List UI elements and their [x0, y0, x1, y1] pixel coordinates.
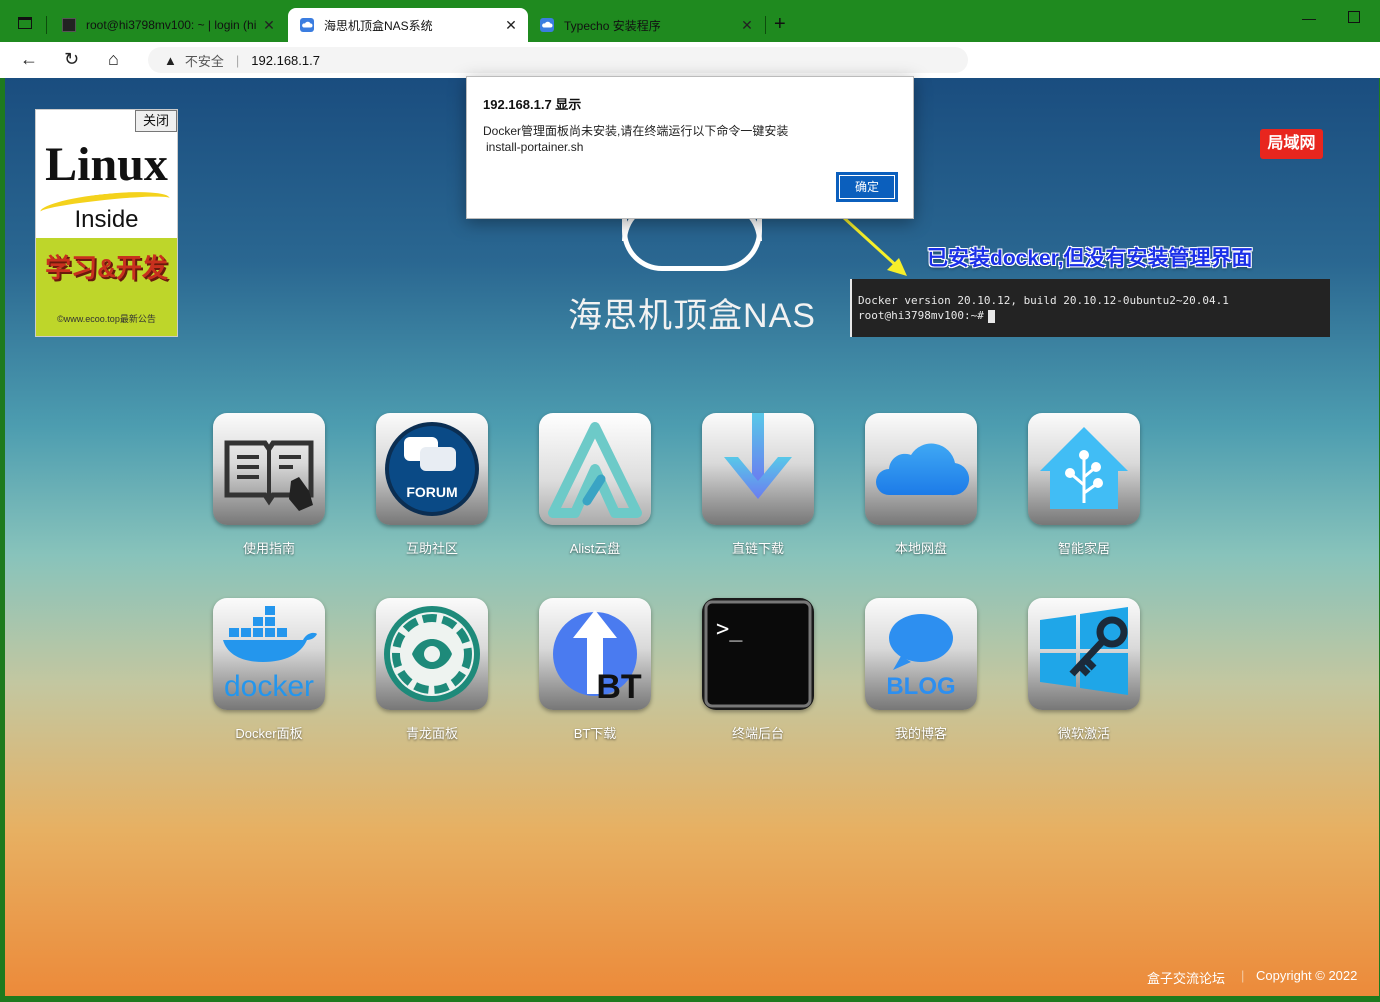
lan-badge: 局域网: [1260, 129, 1323, 159]
tab-separator: [46, 16, 47, 34]
terminal-favicon-icon: [62, 18, 76, 32]
linux-ad-sticker: 关闭 Linux Inside 学习&开发 ©www.ecoo.top最新公告: [35, 109, 178, 337]
footer-copyright: Copyright © 2022: [1256, 968, 1358, 983]
security-status: 不安全: [184, 53, 224, 69]
terminal-snippet: Docker version 20.10.12, build 20.10.12-…: [850, 279, 1330, 337]
app-label: BT下载: [573, 726, 617, 741]
tab-actions-icon[interactable]: [18, 17, 32, 29]
tab-terminal[interactable]: root@hi3798mv100: ~ | login (hi ✕: [50, 8, 286, 42]
svg-text:BLOG: BLOG: [886, 673, 955, 700]
cloud-favicon-icon: [540, 18, 554, 32]
site-title: 海思机顶盒NAS: [568, 297, 816, 335]
url-field[interactable]: ▲ 不安全 | 192.168.1.7: [148, 47, 968, 73]
tab-separator: [765, 16, 766, 34]
app-terminal[interactable]: >_ 终端后台: [698, 598, 818, 748]
terminal-icon[interactable]: >_: [702, 598, 814, 710]
tab-nas[interactable]: 海思机顶盒NAS系统 ✕: [288, 8, 528, 42]
annotation-text: 已安装docker,但没有安装管理界面: [927, 247, 1253, 270]
close-icon[interactable]: ✕: [740, 17, 754, 34]
tab-label: Typecho 安装程序: [564, 18, 661, 33]
app-label: 使用指南: [242, 541, 295, 556]
windows-key-icon[interactable]: [1028, 598, 1140, 710]
app-label: 终端后台: [731, 726, 784, 741]
app-label: Alist云盘: [569, 541, 621, 556]
cloud-logo-icon: [622, 215, 762, 271]
tab-label: 海思机顶盒NAS系统: [324, 18, 433, 33]
svg-text:FORUM: FORUM: [406, 484, 457, 500]
ad-site-link[interactable]: ©www.ecoo.top最新公告: [36, 312, 177, 325]
ad-inside-text: Inside: [74, 206, 139, 233]
app-label: 我的博客: [894, 726, 947, 741]
app-qinglong[interactable]: 青龙面板: [372, 598, 492, 748]
footer-forum-link[interactable]: 盒子交流论坛: [1147, 968, 1225, 987]
app-label: Docker面板: [235, 726, 303, 741]
app-label: 本地网盘: [894, 541, 947, 556]
app-label: 青龙面板: [405, 726, 458, 741]
dialog-title: 192.168.1.7 显示: [483, 97, 582, 112]
download-arrow-icon[interactable]: [702, 413, 814, 525]
alist-icon[interactable]: [539, 413, 651, 525]
dialog-message: Docker管理面板尚未安装,请在终端运行以下命令一键安装: [483, 124, 789, 138]
back-arrow-icon[interactable]: ←: [20, 49, 38, 69]
svg-text:>_: >_: [716, 617, 743, 642]
app-label: 微软激活: [1057, 726, 1110, 741]
app-direct-download[interactable]: 直链下载: [698, 413, 818, 563]
bt-icon[interactable]: BT: [539, 598, 651, 710]
app-forum[interactable]: FORUM 互助社区: [372, 413, 492, 563]
blog-icon[interactable]: BLOG: [865, 598, 977, 710]
address-bar: ← ↻ ⌂ ▲ 不安全 | 192.168.1.7: [0, 42, 1380, 78]
cloud-icon[interactable]: [865, 413, 977, 525]
ad-brand: Linux: [45, 138, 168, 191]
svg-text:docker: docker: [224, 670, 314, 703]
ad-slogan: 学习&开发: [45, 253, 168, 283]
app-guide[interactable]: 使用指南: [209, 413, 329, 563]
tab-label: root@hi3798mv100: ~ | login (hi: [86, 18, 257, 32]
terminal-line: Docker version 20.10.12, build 20.10.12-…: [858, 294, 1229, 307]
cloud-favicon-icon: [300, 18, 314, 32]
app-bt[interactable]: BT BT下载: [535, 598, 655, 748]
warning-icon[interactable]: ▲: [164, 53, 177, 68]
close-icon[interactable]: ✕: [262, 17, 276, 34]
app-docker[interactable]: docker Docker面板: [209, 598, 329, 748]
dragon-icon[interactable]: [376, 598, 488, 710]
maximize-icon[interactable]: [1348, 11, 1360, 23]
minimize-icon[interactable]: —: [1302, 10, 1316, 26]
app-blog[interactable]: BLOG 我的博客: [861, 598, 981, 748]
svg-text:BT: BT: [596, 668, 642, 706]
reload-icon[interactable]: ↻: [64, 49, 79, 69]
app-label: 直链下载: [731, 541, 784, 556]
footer-divider: |: [1241, 968, 1245, 983]
terminal-prompt: root@hi3798mv100:~#: [858, 309, 984, 322]
alert-dialog: 192.168.1.7 显示 Docker管理面板尚未安装,请在终端运行以下命令…: [466, 76, 914, 219]
app-smart-home[interactable]: 智能家居: [1024, 413, 1144, 563]
new-tab-icon[interactable]: +: [774, 14, 786, 34]
tab-typecho[interactable]: Typecho 安装程序 ✕: [528, 8, 764, 42]
app-label: 互助社区: [405, 541, 458, 556]
url-text: 192.168.1.7: [251, 52, 320, 68]
close-icon[interactable]: ✕: [504, 17, 518, 34]
docker-icon[interactable]: docker: [213, 598, 325, 710]
browser-tab-bar: root@hi3798mv100: ~ | login (hi ✕ 海思机顶盒N…: [0, 0, 1380, 42]
terminal-cursor: [987, 309, 995, 323]
ad-close-button[interactable]: 关闭: [135, 110, 177, 132]
app-label: 智能家居: [1057, 541, 1110, 556]
book-icon[interactable]: [213, 413, 325, 525]
dialog-ok-button[interactable]: 确定: [836, 172, 898, 202]
home-icon[interactable]: ⌂: [108, 49, 119, 69]
forum-icon[interactable]: FORUM: [376, 413, 488, 525]
app-alist[interactable]: Alist云盘: [535, 413, 655, 563]
app-ms-activation[interactable]: 微软激活: [1024, 598, 1144, 748]
home-assistant-icon[interactable]: [1028, 413, 1140, 525]
url-divider: |: [235, 52, 240, 68]
dialog-command: install-portainer.sh: [486, 140, 584, 154]
app-local-drive[interactable]: 本地网盘: [861, 413, 981, 563]
